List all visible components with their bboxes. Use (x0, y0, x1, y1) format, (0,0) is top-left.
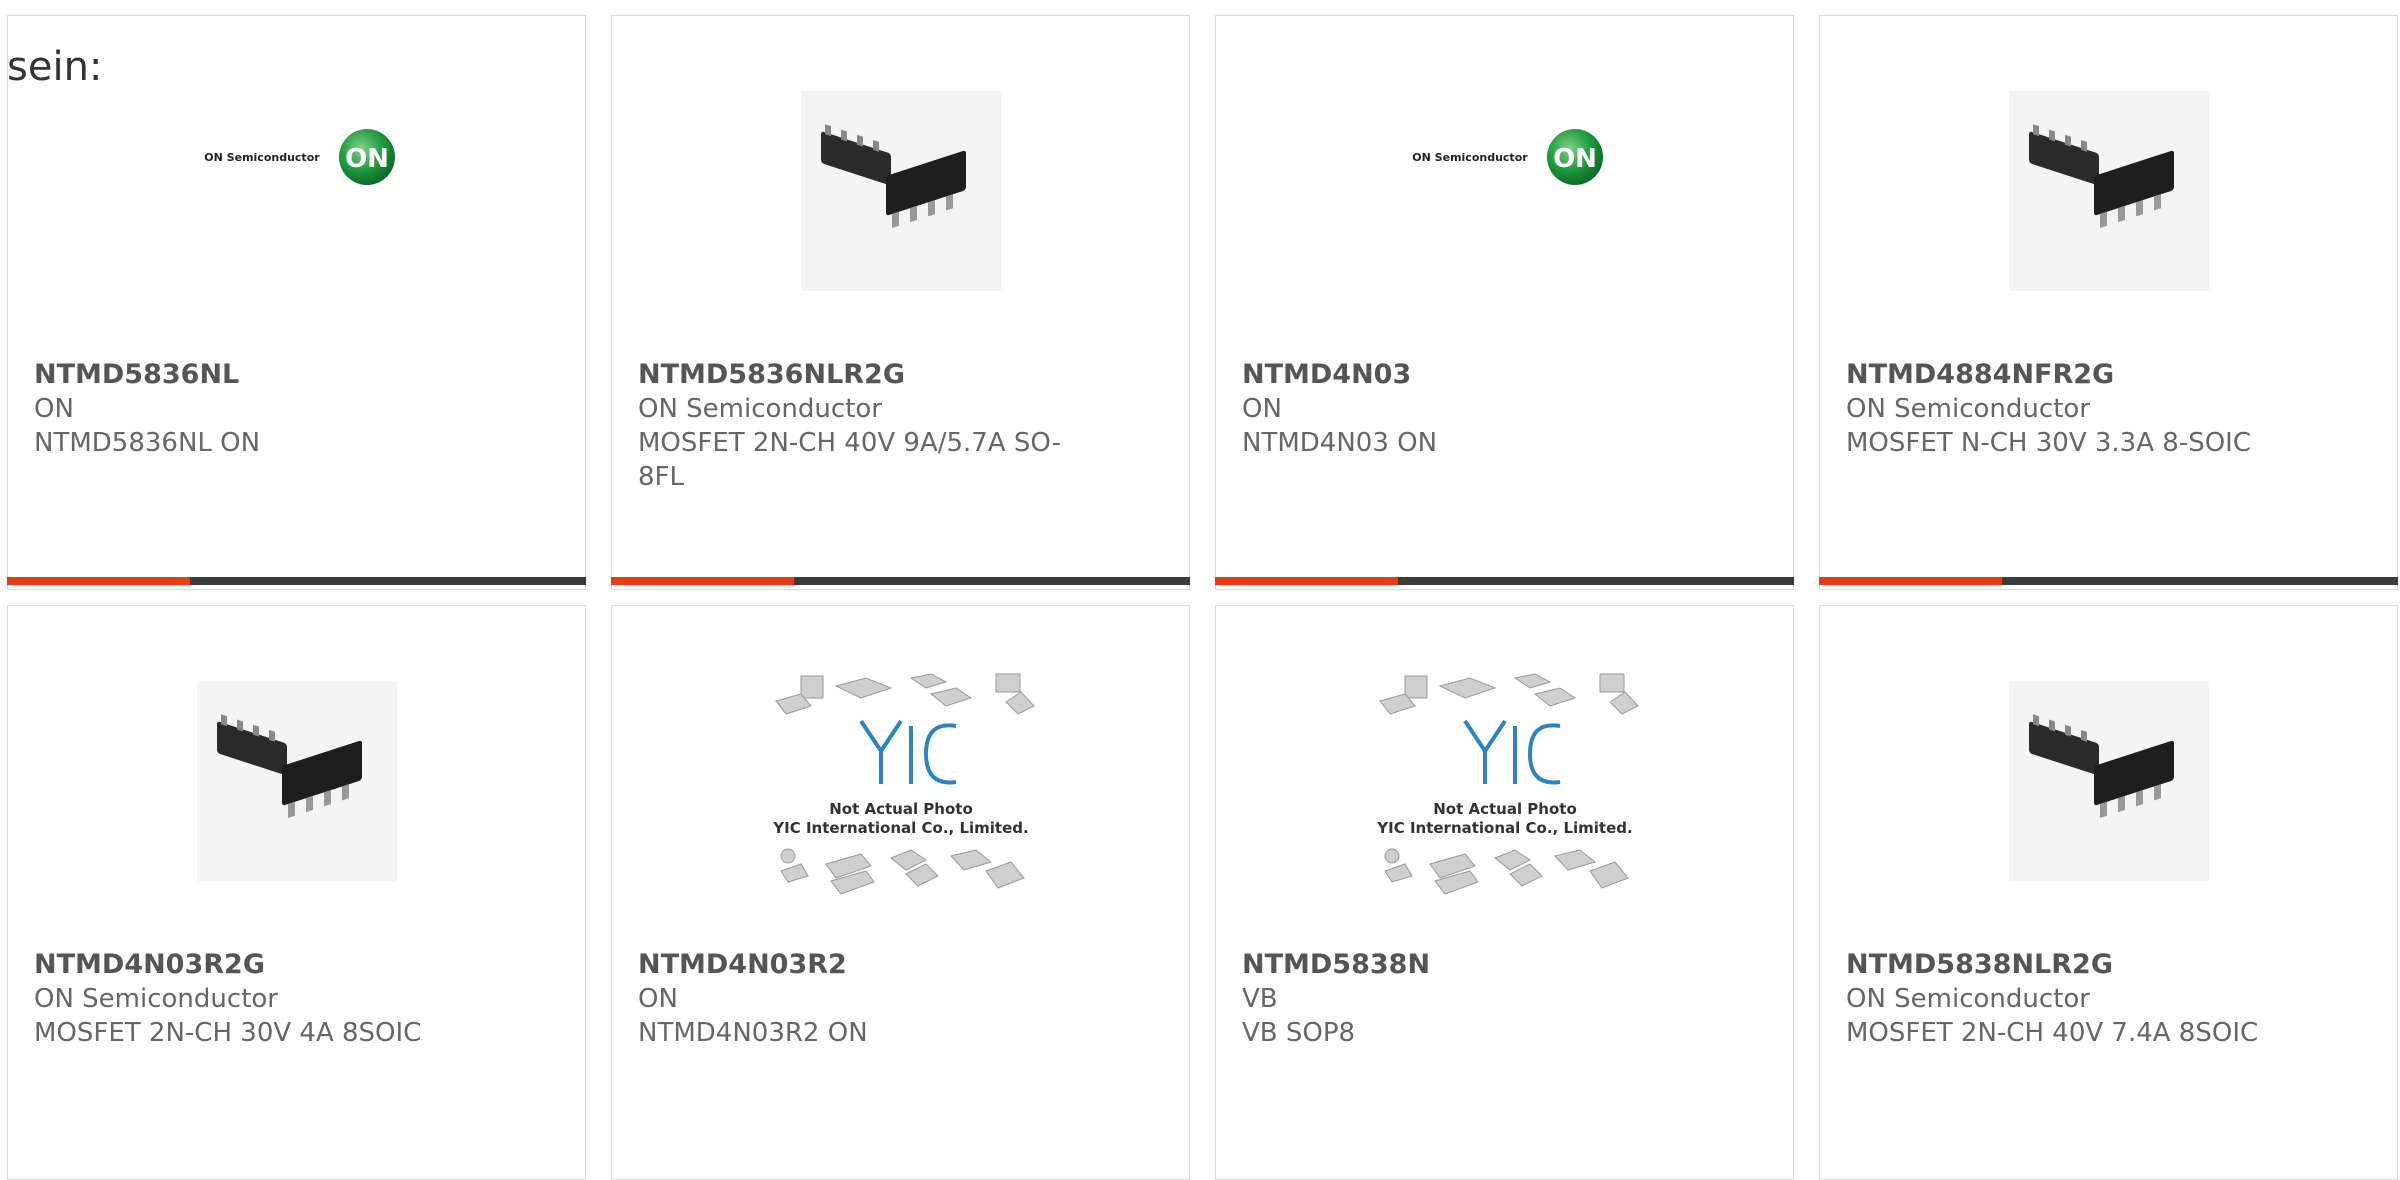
card-accent (1215, 577, 1398, 585)
product-card[interactable]: NTMD4884NFR2G ON Semiconductor MOSFET N-CH… (1819, 15, 2398, 590)
intro-text: sein: (7, 44, 103, 90)
svg-text:ON: ON (1553, 144, 1597, 174)
manufacturer: ON (1242, 394, 1282, 424)
card-accent (1819, 577, 2002, 585)
part-number-link[interactable]: NTMD5838N (1242, 948, 1682, 982)
product-card[interactable]: ON Semiconductor ON NTMD5836NL ON NTMD5836… (7, 15, 586, 590)
product-info: NTMD5836NLR2G ON Semiconductor MOSFET 2N-C… (638, 358, 1078, 494)
product-card[interactable]: NTMD5836NLR2G ON Semiconductor MOSFET 2N-C… (611, 15, 1190, 590)
svg-text:ON: ON (345, 144, 389, 174)
svg-text:ON Semiconductor: ON Semiconductor (1412, 151, 1528, 164)
on-semi-logo-image[interactable]: ON Semiconductor ON (1400, 121, 1610, 191)
svg-text:YIC International Co., Limited: YIC International Co., Limited. (772, 819, 1028, 837)
svg-text:Not Actual Photo: Not Actual Photo (1433, 800, 1577, 818)
description: VB SOP8 (1242, 1018, 1356, 1048)
part-number-link[interactable]: NTMD4N03R2 (638, 948, 1078, 982)
product-card[interactable]: Not Actual Photo YIC International Co., … (1215, 605, 1794, 1180)
manufacturer: ON Semiconductor (1846, 394, 2090, 424)
part-number-link[interactable]: NTMD4N03R2G (34, 948, 474, 982)
product-grid: ON Semiconductor ON NTMD5836NL ON NTMD5836… (7, 15, 2400, 1180)
description: NTMD5836NL ON (34, 428, 261, 458)
description: MOSFET N-CH 30V 3.3A 8-SOIC (1846, 428, 2251, 458)
card-bottom-bar (7, 577, 586, 585)
manufacturer: VB (1242, 984, 1278, 1014)
description: MOSFET 2N-CH 40V 9A/5.7A SO-8FL (638, 428, 1061, 492)
card-bottom-bar (611, 577, 1190, 585)
manufacturer: ON (34, 394, 74, 424)
svg-text:YIC International Co., Limited: YIC International Co., Limited. (1376, 819, 1632, 837)
product-info: NTMD5838NLR2G ON Semiconductor MOSFET 2N-C… (1846, 948, 2286, 1050)
description: NTMD4N03 ON (1242, 428, 1438, 458)
manufacturer: ON Semiconductor (638, 394, 882, 424)
soic8-chip-photo-image[interactable] (2004, 86, 2214, 296)
product-info: NTMD4N03R2G ON Semiconductor MOSFET 2N-CH … (34, 948, 474, 1050)
yic-placeholder-image[interactable]: Not Actual Photo YIC International Co., … (1370, 666, 1640, 906)
product-card[interactable]: NTMD4N03R2G ON Semiconductor MOSFET 2N-CH … (7, 605, 586, 1180)
soic8-chip-photo-image[interactable] (192, 676, 402, 886)
card-bottom-bar (1215, 577, 1794, 585)
card-accent (611, 577, 794, 585)
description: NTMD4N03R2 ON (638, 1018, 868, 1048)
product-card[interactable]: ON Semiconductor ON NTMD4N03 ON NTMD4N03 O… (1215, 15, 1794, 590)
svg-text:ON Semiconductor: ON Semiconductor (204, 151, 320, 164)
description: MOSFET 2N-CH 30V 4A 8SOIC (34, 1018, 422, 1048)
on-semi-logo-image[interactable]: ON Semiconductor ON (192, 121, 402, 191)
part-number-link[interactable]: NTMD5836NL (34, 358, 474, 392)
description: MOSFET 2N-CH 40V 7.4A 8SOIC (1846, 1018, 2259, 1048)
product-info: NTMD4N03 ON NTMD4N03 ON (1242, 358, 1682, 460)
manufacturer: ON Semiconductor (1846, 984, 2090, 1014)
product-card[interactable]: NTMD5838NLR2G ON Semiconductor MOSFET 2N-C… (1819, 605, 2398, 1180)
product-info: NTMD4884NFR2G ON Semiconductor MOSFET N-CH… (1846, 358, 2286, 460)
soic8-chip-photo-image[interactable] (796, 86, 1006, 296)
product-info: NTMD5838N VB VB SOP8 (1242, 948, 1682, 1050)
part-number-link[interactable]: NTMD4N03 (1242, 358, 1682, 392)
part-number-link[interactable]: NTMD5836NLR2G (638, 358, 1078, 392)
manufacturer: ON Semiconductor (34, 984, 278, 1014)
product-card[interactable]: Not Actual Photo YIC International Co., … (611, 605, 1190, 1180)
card-bottom-bar (1819, 577, 2398, 585)
svg-text:Not Actual Photo: Not Actual Photo (829, 800, 973, 818)
manufacturer: ON (638, 984, 678, 1014)
yic-placeholder-image[interactable]: Not Actual Photo YIC International Co., … (766, 666, 1036, 906)
part-number-link[interactable]: NTMD5838NLR2G (1846, 948, 2286, 982)
product-info: NTMD5836NL ON NTMD5836NL ON (34, 358, 474, 460)
part-number-link[interactable]: NTMD4884NFR2G (1846, 358, 2286, 392)
card-accent (7, 577, 190, 585)
product-info: NTMD4N03R2 ON NTMD4N03R2 ON (638, 948, 1078, 1050)
soic8-chip-photo-image[interactable] (2004, 676, 2214, 886)
